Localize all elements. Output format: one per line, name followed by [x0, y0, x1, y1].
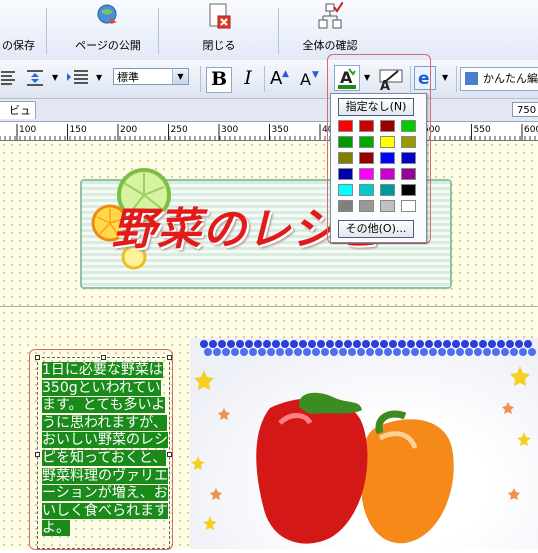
color-swatch[interactable] [401, 152, 416, 164]
color-swatch[interactable] [359, 184, 374, 196]
ruler-tick-label: 100 [19, 125, 36, 135]
font-size-down-button[interactable]: A ▼ [300, 67, 324, 91]
ruler-tick-label: 550 [474, 125, 491, 135]
publish-icon [97, 4, 117, 24]
ruler-tick-label: 150 [70, 125, 87, 135]
color-swatch[interactable] [338, 168, 353, 180]
body-text-box[interactable]: 1日に必要な野菜は350gといわれています。とても多いように思われますが、おいし… [35, 355, 172, 549]
main-toolbar: の保存 ページの公開 閉じる 全体の確認 [0, 0, 538, 61]
color-swatch[interactable] [401, 184, 416, 196]
no-color-button[interactable]: 指定なし(N) [338, 98, 414, 116]
indent-dropdown[interactable]: ▼ [96, 73, 102, 82]
arrow-down-icon: ▼ [312, 70, 319, 80]
view-tabbar: ビュー [0, 99, 538, 135]
font-color-popup: 指定なし(N) その他(O)... [330, 93, 427, 243]
color-swatch[interactable] [401, 136, 416, 148]
font-size-down-label: A [300, 70, 311, 89]
body-text-content: 1日に必要な野菜は350gといわれています。とても多いように思われますが、おいし… [42, 362, 168, 537]
font-size-up-label: A [270, 68, 283, 89]
browser-dropdown[interactable]: ▼ [442, 73, 448, 82]
ruler-tick-label: 600 [524, 125, 538, 135]
color-swatch[interactable] [380, 136, 395, 148]
color-swatch[interactable] [359, 168, 374, 180]
color-swatch[interactable] [338, 200, 353, 212]
easy-edit-button[interactable]: かんたん編 [460, 67, 538, 91]
line-spacing-dropdown[interactable]: ▼ [52, 73, 58, 82]
color-swatch[interactable] [401, 120, 416, 132]
save-label: の保存 [2, 39, 35, 52]
chevron-down-icon: ▼ [172, 69, 188, 84]
site-check-icon [318, 2, 343, 29]
resize-handle[interactable] [167, 355, 172, 360]
section-divider [0, 306, 538, 307]
color-swatch[interactable] [359, 200, 374, 212]
color-swatch[interactable] [380, 152, 395, 164]
arrow-up-icon: ▲ [282, 69, 289, 79]
picture-area [190, 338, 538, 549]
color-swatch[interactable] [380, 184, 395, 196]
color-swatch[interactable] [401, 168, 416, 180]
ruler-tick-label: 250 [171, 125, 188, 135]
zoom-field[interactable]: 750 [512, 102, 538, 117]
format-toolbar: ▼ ▼ B I A ▲ A ▼ A ▼ A e ▼ かんたん編 [0, 60, 538, 99]
align-icon[interactable] [0, 69, 16, 87]
resize-handle[interactable] [35, 355, 40, 360]
close-label: 閉じる [202, 39, 236, 52]
ruler-ticks: 100150200250300350400450500550600 [0, 124, 538, 140]
style-select-value: 標準 [117, 71, 139, 84]
more-colors-button[interactable]: その他(O)... [338, 220, 414, 238]
ruler-tick-label: 200 [120, 125, 137, 135]
color-swatch[interactable] [359, 120, 374, 132]
color-swatch[interactable] [338, 184, 353, 196]
color-swatch[interactable] [338, 152, 353, 164]
italic-button[interactable]: I [238, 67, 258, 91]
check-all-button[interactable]: 全体の確認 [298, 0, 362, 58]
ruler-tick-label: 350 [272, 125, 289, 135]
color-swatch[interactable] [359, 136, 374, 148]
resize-handle[interactable] [35, 452, 40, 457]
publish-label: ページの公開 [75, 39, 141, 52]
horizontal-ruler: 100150200250300350400450500550600 [0, 122, 538, 141]
check-all-label: 全体の確認 [302, 39, 358, 52]
easy-edit-label: かんたん編 [483, 72, 538, 85]
line-spacing-icon[interactable] [24, 68, 46, 88]
font-size-up-button[interactable]: A ▲ [270, 67, 294, 91]
bold-button[interactable]: B [206, 67, 232, 93]
color-swatch[interactable] [359, 152, 374, 164]
resize-handle[interactable] [101, 355, 106, 360]
color-swatch[interactable] [380, 168, 395, 180]
style-select[interactable]: 標準 ▼ [113, 68, 189, 85]
color-swatch[interactable] [338, 120, 353, 132]
close-document-icon [209, 3, 231, 29]
easy-edit-icon [465, 72, 478, 85]
tab-preview[interactable]: ビュー [0, 101, 36, 135]
close-button[interactable]: 閉じる [196, 0, 242, 58]
ruler-tick-label: 300 [221, 125, 238, 135]
publish-page-button[interactable]: ページの公開 [72, 0, 144, 58]
color-swatch[interactable] [401, 200, 416, 212]
color-swatch[interactable] [338, 136, 353, 148]
body-text: 1日に必要な野菜は350gといわれています。とても多いように思われますが、おいし… [42, 362, 172, 538]
color-swatch[interactable] [380, 120, 395, 132]
indent-icon[interactable] [66, 68, 90, 88]
save-button[interactable]: の保存 [0, 0, 40, 58]
color-swatch[interactable] [380, 200, 395, 212]
